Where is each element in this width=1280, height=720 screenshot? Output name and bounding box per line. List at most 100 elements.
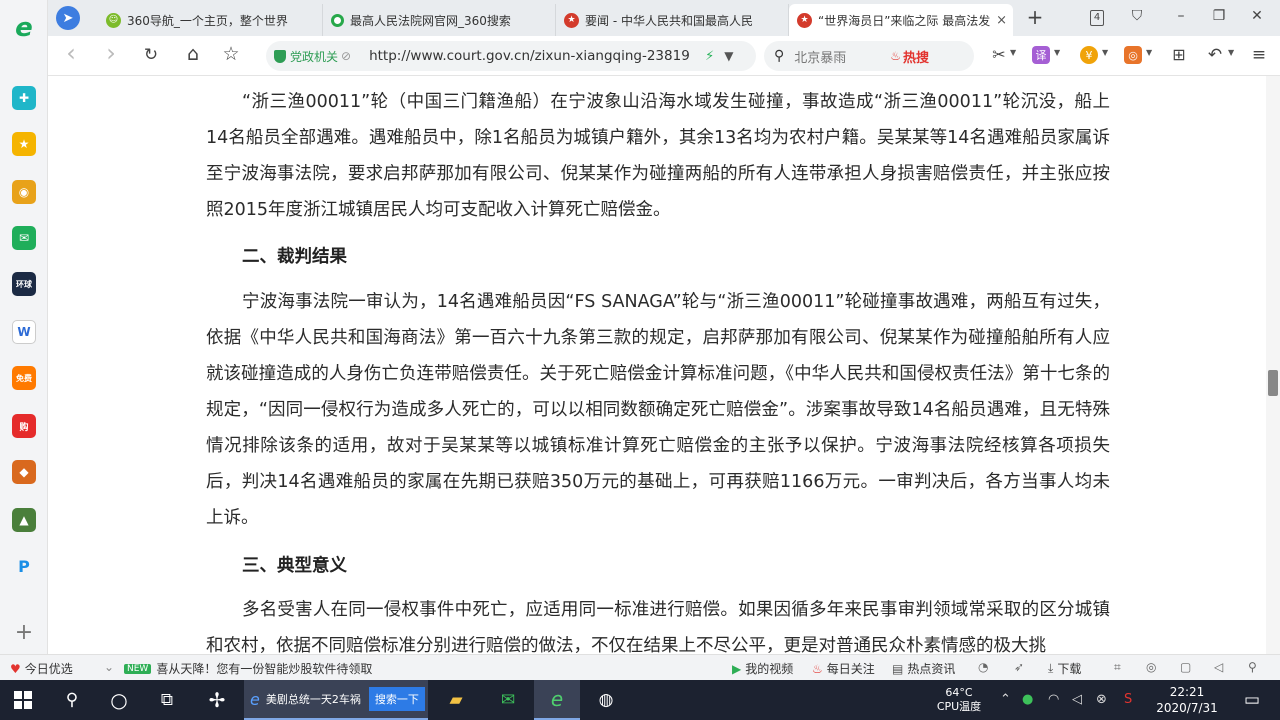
apps-grid-icon[interactable]: ⊞	[1168, 45, 1190, 64]
volume-icon[interactable]: ◁	[1214, 660, 1223, 674]
task-view-icon[interactable]: ⧉	[146, 680, 188, 720]
favorites-star-icon[interactable]: ★	[12, 132, 36, 156]
windows-taskbar: ⚲ ○ ⧉ ✢ e 美剧总统一天2车祸 搜索一下 ▰ ✉ e ◍ 64°C CP…	[0, 680, 1280, 720]
scrollbar-thumb[interactable]	[1268, 370, 1278, 396]
mail-icon[interactable]: ✉	[12, 226, 36, 250]
media-app-icon[interactable]: ◍	[586, 680, 626, 720]
screenshot-icon[interactable]: ⌗	[1114, 660, 1121, 675]
undo-icon[interactable]: ↶	[1204, 45, 1226, 65]
today-picks-item[interactable]: ♥ 今日优选	[10, 660, 73, 677]
close-window-button[interactable]: ✕	[1246, 8, 1268, 24]
back-button[interactable]: ‹	[60, 39, 82, 67]
gov-verified-badge[interactable]: 党政机关 ⊘	[274, 48, 351, 65]
app-icon[interactable]: P	[12, 554, 36, 578]
article-paragraph: 宁波海事法院一审认为，14名遇难船员因“FS SANAGA”轮与“浙三渔0001…	[206, 292, 1110, 528]
skin-icon[interactable]: ⛉	[1126, 8, 1148, 24]
article-paragraph: “浙三渔00011”轮（中国三门籍渔船）在宁波象山沿海水域发生碰撞，事故造成“浙…	[206, 92, 1110, 220]
add-icon[interactable]: +	[12, 620, 36, 645]
notification-icon[interactable]: ▭	[1232, 680, 1272, 720]
system-clock[interactable]: 22:21 2020/7/31	[1150, 680, 1224, 720]
search-input[interactable]: 北京暴雨	[794, 47, 890, 66]
scrollbar[interactable]	[1266, 76, 1280, 654]
start-button[interactable]	[0, 680, 46, 720]
close-circle-icon[interactable]: ⊗	[1096, 692, 1107, 707]
weibo-icon[interactable]: ◉	[12, 180, 36, 204]
hot-search-label[interactable]: 热搜	[903, 47, 929, 66]
tab-seafarer-day[interactable]: ★ “世界海员日”来临之际 最高法发 ×	[789, 4, 1013, 36]
accelerate-icon[interactable]: ◔	[978, 660, 988, 674]
360-browser-taskbar-icon[interactable]: e	[534, 680, 580, 720]
court-emblem-icon: ★	[797, 12, 812, 28]
window-icon[interactable]: ▢	[1180, 660, 1191, 674]
new-badge: NEW	[124, 663, 152, 674]
chevron-down-icon[interactable]: ▼	[1228, 48, 1234, 57]
tab-court-news[interactable]: ★ 要闻 - 中华人民共和国最高人民	[556, 4, 789, 36]
section-heading: 二、裁判结果	[242, 247, 347, 267]
translate-icon[interactable]: 译	[1032, 46, 1050, 64]
chevron-down-icon[interactable]: ▼	[1146, 48, 1152, 57]
security-app-icon[interactable]: S	[1124, 692, 1132, 707]
pinwheel-app-icon[interactable]: ✢	[196, 680, 238, 720]
forward-button[interactable]: ›	[100, 39, 122, 67]
section-heading: 三、典型意义	[242, 556, 347, 576]
tab-label: 360导航_一个主页，整个世界	[127, 13, 288, 28]
navigation-arrow-icon[interactable]: ➤	[56, 6, 80, 30]
rocket-icon[interactable]: ➶	[1014, 660, 1024, 674]
volume-icon[interactable]: ◁	[1072, 692, 1082, 707]
search-box[interactable]: ⚲ 北京暴雨 ♨ 热搜	[764, 41, 974, 71]
speed-mode-icon[interactable]: ⚡	[705, 49, 714, 64]
menu-icon[interactable]: ≡	[1248, 45, 1270, 65]
tab-label: 最高人民法院网官网_360搜索	[350, 13, 511, 28]
taskbar-browser-search[interactable]: e 美剧总统一天2车祸 搜索一下	[244, 680, 428, 720]
tab-360-search[interactable]: 最高人民法院网官网_360搜索	[323, 4, 556, 36]
zoom-icon[interactable]: ⚲	[1248, 660, 1257, 674]
tab-label: 要闻 - 中华人民共和国最高人民	[585, 13, 753, 28]
chevron-down-icon[interactable]: ▼	[1054, 48, 1060, 57]
promo-item[interactable]: NEW 喜从天降！您有一份智能炒股软件待领取	[124, 660, 372, 677]
reload-button[interactable]: ↻	[140, 45, 162, 65]
news-icon[interactable]: 环球	[12, 272, 36, 296]
news-grid-icon: ▤	[892, 661, 904, 676]
game2-icon[interactable]: ▲	[12, 508, 36, 532]
chevron-down-icon[interactable]: ▼	[1102, 48, 1108, 57]
search-button[interactable]: 搜索一下	[368, 687, 425, 711]
browser-logo-icon[interactable]: e	[10, 13, 38, 43]
favorite-star-button[interactable]: ☆	[220, 43, 242, 65]
cortana-icon[interactable]: ○	[98, 680, 140, 720]
scissors-icon[interactable]: ✂	[988, 45, 1010, 64]
new-tab-button[interactable]: +	[1024, 5, 1046, 29]
shield-icon	[274, 49, 286, 63]
my-video-item[interactable]: ▶ 我的视频	[732, 660, 793, 677]
search-icon[interactable]: ⚲	[52, 680, 92, 720]
chevron-down-icon[interactable]: ▼	[724, 49, 733, 63]
chevron-down-icon[interactable]: ⌄	[104, 660, 114, 674]
tab-count-badge[interactable]: 4	[1090, 10, 1104, 26]
minimize-button[interactable]: –	[1170, 8, 1192, 24]
address-bar[interactable]: 党政机关 ⊘ http://www.court.gov.cn/zixun-xia…	[266, 41, 756, 71]
gamepad-icon[interactable]: ◎	[1124, 46, 1142, 64]
close-tab-icon[interactable]: ×	[996, 13, 1007, 28]
chevron-down-icon[interactable]: ▼	[1010, 48, 1016, 57]
search-engine-icon	[331, 13, 344, 27]
document-icon[interactable]: W	[12, 320, 36, 344]
file-explorer-icon[interactable]: ▰	[436, 680, 476, 720]
url-text[interactable]: http://www.court.gov.cn/zixun-xiangqing-…	[369, 48, 699, 64]
coin-icon[interactable]: ¥	[1080, 46, 1098, 64]
daily-focus-item[interactable]: ♨ 每日关注	[812, 660, 875, 677]
game-icon[interactable]: ◆	[12, 460, 36, 484]
network-icon[interactable]: ◠	[1048, 692, 1059, 707]
bookmark-icon[interactable]: ✚	[12, 86, 36, 110]
tray-app-icon[interactable]: ●	[1022, 692, 1033, 707]
tab-bar: ➤ ☺ 360导航_一个主页，整个世界 最高人民法院网官网_360搜索 ★ 要闻…	[48, 0, 1280, 36]
address-toolbar: ‹ › ↻ ⌂ ☆ 党政机关 ⊘ http://www.court.gov.cn…	[48, 36, 1280, 76]
hot-news-item[interactable]: ▤ 热点资讯	[892, 660, 955, 677]
restore-button[interactable]: ❐	[1208, 8, 1230, 24]
wechat-icon[interactable]: ✉	[488, 680, 528, 720]
download-item[interactable]: ⤓ 下载	[1048, 660, 1081, 677]
tab-360-nav[interactable]: ☺ 360导航_一个主页，整个世界	[98, 4, 323, 36]
home-button[interactable]: ⌂	[182, 43, 204, 65]
novel-icon[interactable]: 免费	[12, 366, 36, 390]
security-icon[interactable]: ◎	[1146, 660, 1156, 674]
shopping-icon[interactable]: 购	[12, 414, 36, 438]
chevron-up-icon[interactable]: ⌃	[1000, 692, 1011, 707]
